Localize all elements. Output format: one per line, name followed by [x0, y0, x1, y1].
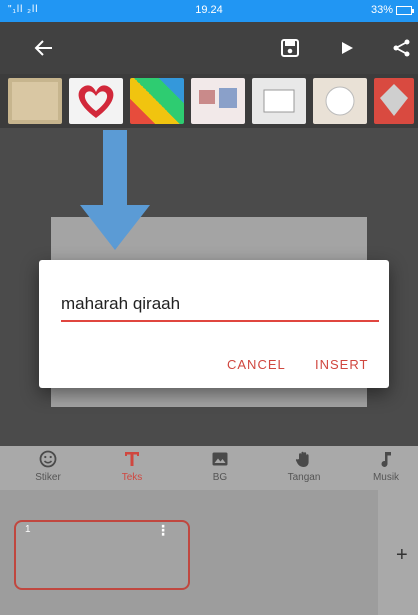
insert-text-dialog: maharah qiraah CANCEL INSERT	[39, 260, 389, 388]
input-underline	[61, 320, 379, 322]
smiley-icon	[20, 450, 76, 472]
arrow-left-icon[interactable]	[30, 34, 58, 62]
template-thumbnail[interactable]	[313, 78, 367, 124]
template-thumbnail[interactable]	[374, 78, 414, 124]
tool-label: Stiker	[35, 472, 61, 483]
tool-teks[interactable]: Teks	[104, 450, 160, 483]
share-icon[interactable]	[388, 34, 416, 62]
hand-icon	[276, 450, 332, 472]
image-icon	[192, 450, 248, 472]
template-thumbnail[interactable]	[130, 78, 184, 124]
down-arrow-annotation	[80, 130, 150, 250]
tool-bar: Stiker Teks BG Tangan Musik	[0, 446, 418, 490]
cancel-button[interactable]: CANCEL	[227, 357, 286, 372]
template-thumbnail[interactable]	[252, 78, 306, 124]
template-thumbnail[interactable]	[69, 78, 123, 124]
add-slide-button[interactable]: +	[396, 544, 408, 567]
tool-bg[interactable]: BG	[192, 450, 248, 483]
tool-label: Teks	[121, 472, 143, 483]
insert-button[interactable]: INSERT	[315, 357, 368, 372]
tool-musik[interactable]: Musik	[358, 450, 414, 483]
tool-label: BG	[212, 472, 228, 483]
battery-indicator: 33%	[370, 4, 414, 16]
text-input[interactable]: maharah qiraah	[61, 294, 180, 314]
template-thumbnail[interactable]	[8, 78, 62, 124]
battery-icon	[396, 5, 414, 15]
slides-panel: 1 ⋮ +	[0, 490, 418, 615]
tool-stiker[interactable]: Stiker	[20, 450, 76, 483]
more-vert-icon[interactable]: ⋮	[156, 522, 170, 539]
tool-tangan[interactable]: Tangan	[276, 450, 332, 483]
template-thumbnail[interactable]	[191, 78, 245, 124]
slide-thumbnail[interactable]: 1 ⋮	[14, 520, 190, 590]
tool-label: Tangan	[287, 472, 321, 483]
text-icon	[104, 450, 160, 472]
music-note-icon	[358, 450, 414, 472]
status-bar: "₁ll ₂ll 19.24 33%	[0, 0, 418, 22]
clock: 19.24	[195, 4, 223, 16]
add-slide-area[interactable]: +	[378, 490, 418, 615]
app-bar	[0, 22, 418, 74]
tool-label: Musik	[372, 472, 400, 483]
template-strip[interactable]	[0, 74, 418, 128]
slide-number: 1	[25, 524, 31, 535]
battery-percent: 33%	[370, 4, 393, 16]
play-icon[interactable]	[333, 34, 361, 62]
save-icon[interactable]	[276, 34, 304, 62]
